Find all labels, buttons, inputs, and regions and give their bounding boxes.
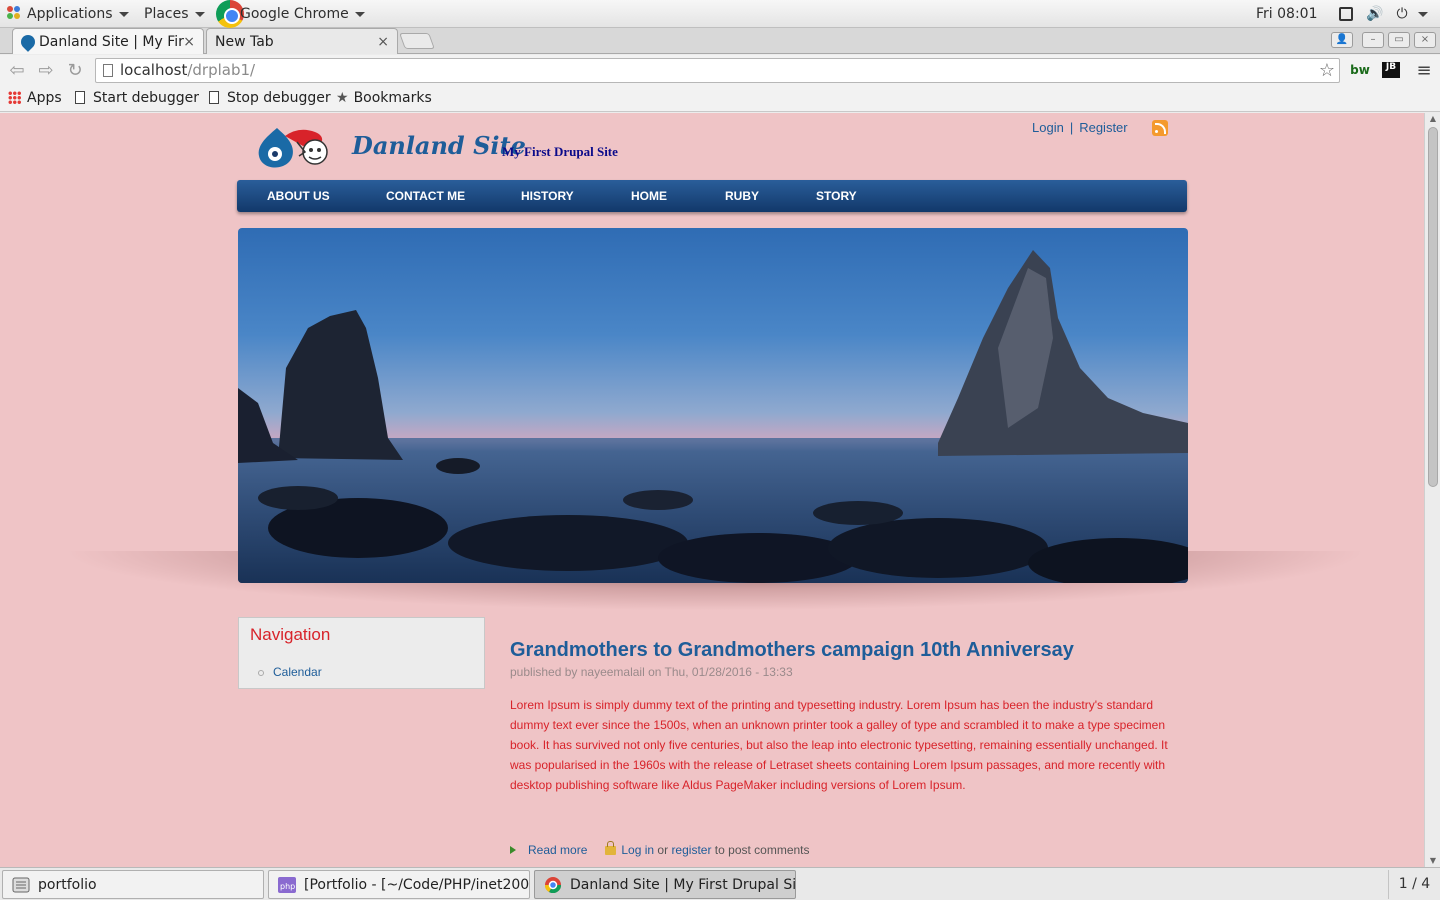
comment-login-link[interactable]: Log in [621, 843, 654, 857]
star-icon: ★ [336, 90, 349, 106]
chevron-down-icon [194, 11, 205, 17]
read-more-link[interactable]: Read more [528, 843, 587, 857]
apps-grid-icon [8, 91, 21, 104]
menu-item-story[interactable]: STORY [816, 180, 857, 212]
register-link[interactable]: Register [1079, 120, 1127, 135]
tab-strip: Danland Site | My Fir × New Tab × 👤 – ▭ … [0, 28, 1440, 54]
comment-register-link[interactable]: register [671, 843, 711, 857]
page-icon [209, 91, 219, 104]
applications-icon [7, 6, 21, 20]
reload-button[interactable]: ↻ [64, 60, 86, 82]
scroll-down-icon[interactable]: ▼ [1425, 855, 1440, 867]
maximize-button[interactable]: ▭ [1388, 32, 1410, 48]
tab-danland-site[interactable]: Danland Site | My Fir × [12, 28, 204, 54]
address-path: /drplab1/ [187, 61, 256, 79]
bookmark-start-debugger[interactable]: Start debugger [75, 86, 199, 110]
address-host: localhost [120, 61, 188, 79]
separator: | [1069, 120, 1074, 135]
arrow-right-icon [510, 846, 516, 854]
browser-toolbar: ⇦ ⇨ ↻ localhost/drplab1/ ☆ bw JB ≡ [0, 55, 1440, 86]
places-menu[interactable]: Places [144, 0, 205, 28]
article-links: Read more Log in or register to post comm… [510, 841, 810, 857]
tab-new-tab[interactable]: New Tab × [206, 28, 398, 54]
site-slogan: My First Drupal Site [502, 144, 618, 159]
workspace-pager[interactable]: 1 / 4 [1388, 870, 1440, 899]
bullet-icon [258, 670, 264, 676]
seascape-illustration [238, 250, 1188, 583]
menu-item-contact-me[interactable]: CONTACT ME [386, 180, 465, 212]
nav-link-calendar[interactable]: Calendar [273, 665, 322, 679]
bw-extension-icon[interactable]: bw [1349, 62, 1371, 78]
menu-item-about-us[interactable]: ABOUT US [267, 180, 330, 212]
bookmarks-bar: Apps Start debugger Stop debugger ★ Bookm… [0, 86, 1440, 112]
scroll-thumb[interactable] [1428, 127, 1438, 487]
back-button[interactable]: ⇦ [6, 60, 28, 82]
jetbrains-extension-icon[interactable]: JB [1382, 62, 1400, 78]
menu-item-ruby[interactable]: RUBY [725, 180, 759, 212]
task-chrome[interactable]: Danland Site | My First Drupal Sit... [534, 870, 796, 899]
lock-icon [605, 841, 617, 855]
window-icon[interactable] [1339, 7, 1353, 21]
svg-text:php: php [280, 882, 295, 891]
minimize-button[interactable]: – [1362, 32, 1384, 48]
applications-menu[interactable]: Applications [7, 0, 129, 28]
page-icon [75, 91, 85, 104]
article-body: Lorem Ipsum is simply dummy text of the … [510, 698, 1168, 792]
page-viewport: Danland Site My First Drupal Site Login |… [0, 113, 1424, 867]
chrome-icon [544, 877, 562, 893]
rss-feed-icon[interactable] [1152, 120, 1168, 136]
address-bar[interactable]: localhost/drplab1/ ☆ [95, 58, 1340, 83]
or-text: or [657, 843, 669, 857]
menu-icon[interactable]: ≡ [1413, 60, 1435, 82]
clock[interactable]: Fri 08:01 [1256, 0, 1317, 28]
login-link[interactable]: Login [1032, 120, 1064, 135]
bookmark-stop-debugger[interactable]: Stop debugger [209, 86, 331, 110]
post-comments-text: to post comments [714, 843, 810, 857]
task-phpstorm[interactable]: php [Portfolio - [~/Code/PHP/inet200... [268, 870, 530, 899]
active-app-menu[interactable]: Google Chrome [240, 0, 365, 28]
scroll-up-icon[interactable]: ▲ [1425, 113, 1440, 125]
power-icon[interactable]: ⏻ [1394, 6, 1410, 22]
user-links: Login | Register [1032, 120, 1128, 135]
profile-button[interactable]: 👤 [1331, 32, 1353, 48]
navigation-block-title: Navigation [250, 625, 331, 644]
chevron-down-icon [118, 11, 129, 17]
forward-button[interactable]: ⇨ [35, 60, 57, 82]
new-tab-button[interactable] [399, 33, 435, 49]
article-title[interactable]: Grandmothers to Grandmothers campaign 10… [510, 639, 1074, 662]
close-icon[interactable]: × [377, 29, 389, 54]
bookmark-star-icon[interactable]: ☆ [1319, 59, 1335, 82]
page-icon [103, 64, 113, 77]
page-scrollbar[interactable]: ▲ ▼ [1424, 113, 1440, 867]
chevron-down-icon [354, 11, 365, 17]
window-list-taskbar: portfolio php [Portfolio - [~/Code/PHP/i… [0, 867, 1440, 900]
bookmark-apps[interactable]: Apps [8, 86, 62, 110]
menu-item-home[interactable]: HOME [631, 180, 667, 212]
task-portfolio[interactable]: portfolio [2, 870, 264, 899]
close-icon[interactable]: × [183, 29, 195, 54]
system-menu-caret[interactable] [1418, 6, 1428, 22]
drupal-favicon-icon [18, 32, 38, 52]
navigation-block: Navigation Calendar [238, 617, 485, 689]
site-name[interactable]: Danland Site [352, 131, 526, 160]
system-top-bar: Applications Places Google Chrome Fri 08… [0, 0, 1440, 28]
volume-icon[interactable]: 🔊 [1366, 6, 1383, 22]
banner-image [238, 228, 1188, 583]
terminal-icon [12, 877, 30, 893]
bookmark-folder[interactable]: ★ Bookmarks [336, 86, 432, 110]
site-logo[interactable] [255, 122, 335, 170]
main-menu: ABOUT US CONTACT ME HISTORY HOME RUBY ST… [237, 180, 1187, 212]
chevron-down-icon [1418, 11, 1428, 17]
close-window-button[interactable]: × [1414, 32, 1436, 48]
article-submitted: published by nayeemalail on Thu, 01/28/2… [510, 665, 793, 679]
menu-item-history[interactable]: HISTORY [521, 180, 574, 212]
phpstorm-icon: php [278, 877, 296, 893]
